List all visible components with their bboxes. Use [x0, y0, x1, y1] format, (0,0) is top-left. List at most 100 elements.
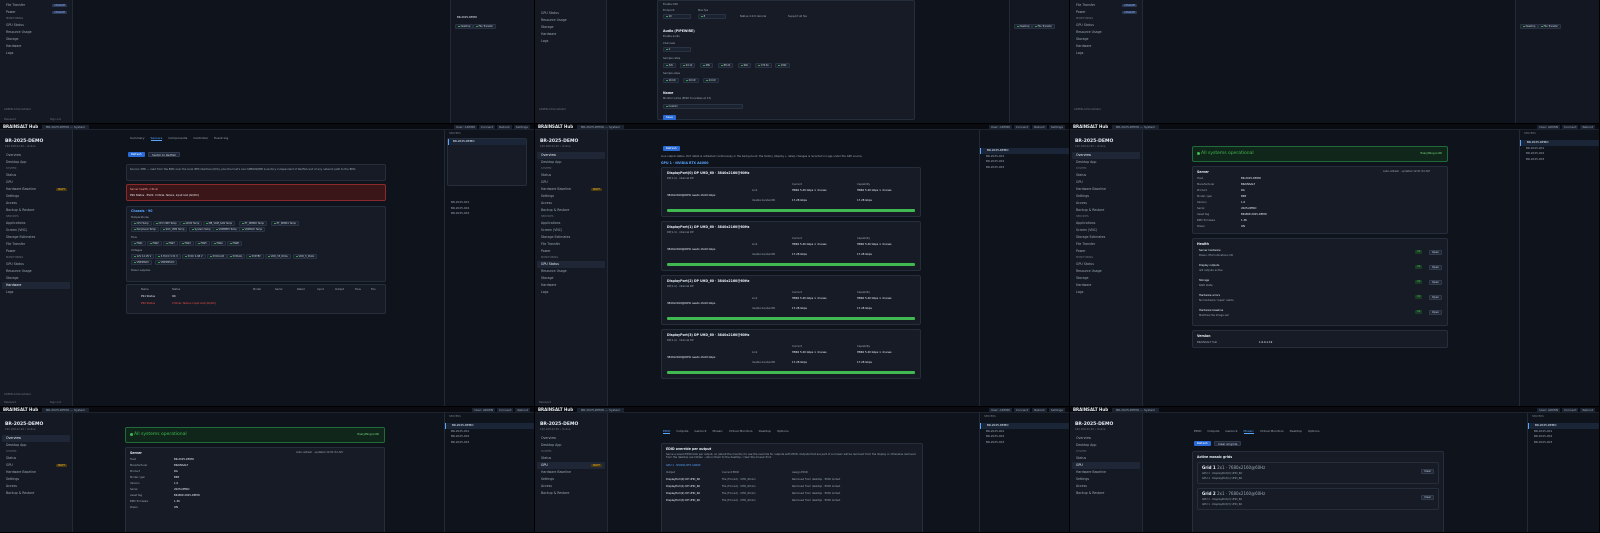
- sidebar-item-settings[interactable]: Settings: [2, 476, 70, 483]
- sidebar-item-storage-estimates[interactable]: Storage Estimates: [537, 234, 605, 241]
- sidebar-item-gpu[interactable]: GPU DRAFT: [537, 462, 605, 469]
- rate-checkbox[interactable]: 88.2k: [718, 63, 734, 68]
- rate-checkbox[interactable]: 44.1k: [680, 63, 696, 68]
- password-link[interactable]: Password: [539, 401, 551, 404]
- sidebar-item-storage[interactable]: Storage: [537, 24, 604, 31]
- host-item[interactable]: BR-2025-003: [445, 440, 534, 446]
- sidebar-item-hardware-baseline[interactable]: Hardware Baseline: [1072, 186, 1140, 193]
- channels-select[interactable]: 2: [663, 47, 691, 52]
- tab-outputs[interactable]: Outputs: [1207, 429, 1219, 434]
- sidebar-item-hardware[interactable]: Hardware: [1072, 43, 1140, 50]
- sidebar-item-power[interactable]: Power: [1072, 248, 1140, 255]
- clear-grid-button[interactable]: Clear: [1421, 495, 1434, 500]
- sidebar-item-storage[interactable]: Storage: [1072, 275, 1140, 282]
- sidebar-item-power[interactable]: Power UPGRADE: [1072, 9, 1140, 16]
- sidebar-item-file-transfer[interactable]: File Transfer UPGRADE: [2, 2, 70, 9]
- tab-genlock[interactable]: Genlock: [694, 429, 706, 434]
- tab-genlock[interactable]: Genlock: [1225, 429, 1237, 434]
- password-link[interactable]: Password: [4, 401, 16, 404]
- sidebar-item-logs[interactable]: Logs: [537, 38, 604, 45]
- sidebar-item-hardware[interactable]: Hardware: [537, 282, 605, 289]
- sidebar-item-gpu[interactable]: GPU: [2, 179, 70, 186]
- sidebar-item-storage[interactable]: Storage: [537, 275, 605, 282]
- sidebar-item-overview[interactable]: Overview: [537, 152, 605, 159]
- host-item[interactable]: BR-2025-DEMO: [448, 139, 526, 145]
- tab-options[interactable]: Options: [777, 429, 789, 434]
- sidebar-item-desktop-app[interactable]: Desktop App: [537, 159, 605, 166]
- sidebar-item-power[interactable]: Power: [2, 248, 70, 255]
- sidebar-item-hardware-baseline[interactable]: Hardware Baseline: [537, 469, 605, 476]
- window-tab[interactable]: BR-2025-DEMO — System: [1112, 124, 1160, 129]
- connect-button[interactable]: Connect: [1013, 124, 1031, 129]
- sidebar-item-overview[interactable]: Overview: [1072, 435, 1140, 442]
- sidebar-item-settings[interactable]: Settings: [537, 476, 605, 483]
- monitor-name-input[interactable]: Custom: [663, 104, 743, 109]
- sidebar-item-hardware[interactable]: Hardware: [537, 31, 604, 38]
- sidebar-item-backup[interactable]: Backup & Restore: [537, 490, 605, 497]
- size-checkbox[interactable]: 24 bit: [703, 78, 719, 83]
- settings-button[interactable]: Settings: [513, 124, 530, 129]
- sidebar-item-hardware-baseline[interactable]: Hardware Baseline: [2, 469, 70, 476]
- open-button[interactable]: Open: [1429, 280, 1442, 285]
- refresh-button[interactable]: Refresh: [1194, 441, 1211, 446]
- sidebar-item-file-transfer[interactable]: File Transfer UPGRADE: [1072, 2, 1140, 9]
- sidebar-item-access[interactable]: Access: [1072, 483, 1140, 490]
- edid-assign[interactable]: Removed from desktop · EDID locked: [792, 499, 840, 502]
- open-button[interactable]: Open: [1429, 310, 1442, 315]
- sidebar-item-file-transfer[interactable]: File Transfer: [1072, 241, 1140, 248]
- sidebar-item-overview[interactable]: Overview: [2, 152, 70, 159]
- sidebar-item-resource-usage[interactable]: Resource Usage: [2, 29, 70, 36]
- edid-assign[interactable]: Removed from desktop · EDID locked: [792, 478, 840, 481]
- reboot-button[interactable]: Reboot: [497, 124, 512, 129]
- endpoint-input[interactable]: 10: [663, 14, 691, 19]
- file-transfer-chip[interactable]: File Transfer: [473, 24, 496, 29]
- sidebar-item-desktop-app[interactable]: Desktop App: [2, 159, 70, 166]
- window-tab[interactable]: BR-2025-DEMO — System: [42, 407, 90, 412]
- max-fps-input[interactable]: 8: [698, 14, 726, 19]
- sidebar-item-access[interactable]: Access: [537, 483, 605, 490]
- save-button[interactable]: Save: [663, 115, 676, 120]
- sidebar-item-settings[interactable]: Settings: [537, 193, 605, 200]
- sidebar-item-desktop-app[interactable]: Desktop App: [1072, 159, 1140, 166]
- size-checkbox[interactable]: 16 bit: [663, 78, 679, 83]
- sidebar-item-power[interactable]: Power UPGRADE: [2, 9, 70, 16]
- sidebar-item-overview[interactable]: Overview: [1072, 152, 1140, 159]
- sidebar-item-file-transfer[interactable]: File Transfer: [2, 241, 70, 248]
- sidebar-item-overview[interactable]: Overview: [537, 435, 605, 442]
- sidebar-item-file-transfer[interactable]: File Transfer: [537, 241, 605, 248]
- sidebar-item-status[interactable]: Status: [1072, 172, 1140, 179]
- host-item[interactable]: BR-2025-003: [1520, 157, 1599, 163]
- sidebar-item-hardware-baseline[interactable]: Hardware Baseline: [1072, 469, 1140, 476]
- sidebar-item-screen[interactable]: Screen (VNC): [2, 227, 70, 234]
- window-tab[interactable]: BR-2025-DEMO — System: [42, 124, 90, 129]
- sidebar-item-access[interactable]: Access: [2, 483, 70, 490]
- sidebar-item-logs[interactable]: Logs: [1072, 289, 1140, 296]
- reboot-button[interactable]: Reboot: [1580, 124, 1595, 129]
- sidebar-item-screen[interactable]: Screen (VNC): [537, 227, 605, 234]
- tab-desktop[interactable]: Desktop: [759, 429, 771, 434]
- connect-button[interactable]: Connect: [497, 407, 514, 412]
- sidebar-item-status[interactable]: Status: [1072, 455, 1140, 462]
- desktop-chip[interactable]: Desktop: [1014, 24, 1033, 29]
- sidebar-item-storage[interactable]: Storage: [2, 36, 70, 43]
- sidebar-item-gpu-status[interactable]: GPU Status: [1072, 22, 1140, 29]
- sidebar-item-applications[interactable]: Applications: [2, 220, 70, 227]
- tab-sensors[interactable]: Sensors: [150, 136, 163, 141]
- connect-button[interactable]: Connect: [1562, 124, 1579, 129]
- rate-checkbox[interactable]: 48k: [700, 63, 714, 68]
- sidebar-item-storage-estimates[interactable]: Storage Estimates: [1072, 234, 1140, 241]
- host-item[interactable]: BR-2025-003: [1528, 440, 1599, 446]
- sidebar-item-gpu-status[interactable]: GPU Status: [537, 10, 604, 17]
- settings-button[interactable]: Settings: [1048, 124, 1065, 129]
- sidebar-item-storage-estimates[interactable]: Storage Estimates: [2, 234, 70, 241]
- tab-edid[interactable]: EDID: [1194, 429, 1201, 434]
- tab-controller[interactable]: Controller: [193, 136, 208, 141]
- sidebar-item-backup[interactable]: Backup & Restore: [537, 207, 605, 214]
- sidebar-item-access[interactable]: Access: [1072, 200, 1140, 207]
- auto-refresh-toggle[interactable]: Auto-refresh · updated 12:01:52 AM: [1383, 170, 1430, 173]
- sidebar-item-status[interactable]: Status: [2, 172, 70, 179]
- open-button[interactable]: Open: [1429, 265, 1442, 270]
- sidebar-item-applications[interactable]: Applications: [537, 220, 605, 227]
- sidebar-item-gpu[interactable]: GPU DRAFT: [2, 462, 70, 469]
- connect-button[interactable]: Connect: [478, 124, 496, 129]
